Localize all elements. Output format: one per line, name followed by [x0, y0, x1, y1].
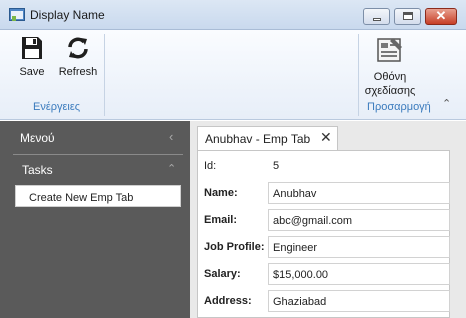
task-create-new-emp-tab[interactable]: Create New Emp Tab [15, 185, 181, 207]
app-window-icon [9, 8, 25, 21]
actions-group-label: Ενέργειες [33, 101, 81, 113]
ribbon: Save Refresh Ενέργειες Οθόνη σχεδίασης Π… [0, 30, 466, 120]
form-row-address: Address: Ghaziabad [198, 289, 451, 313]
navigation-panel: Μενού ‹ Tasks ⌃ Create New Emp Tab [0, 121, 190, 318]
screen-design-button[interactable]: Οθόνη σχεδίασης [362, 36, 418, 98]
employee-form: Id: 5 Name: Anubhav Email: abc@gmail.com… [197, 150, 450, 318]
name-field[interactable]: Anubhav [268, 182, 450, 204]
screen-design-label-line2: σχεδίασης [364, 85, 416, 97]
job-profile-field[interactable]: Engineer [268, 236, 450, 258]
tab-label: Anubhav - Emp Tab [205, 132, 311, 146]
ribbon-separator [104, 34, 105, 116]
chevron-up-icon[interactable]: ⌃ [167, 162, 176, 175]
screen-design-icon [377, 38, 402, 62]
close-tab-icon[interactable]: ✕ [320, 129, 332, 146]
title-bar: Display Name ✕ [0, 0, 466, 30]
floppy-disk-icon [22, 37, 42, 59]
menu-header[interactable]: Μενού ‹ [0, 121, 190, 153]
save-button[interactable]: Save [12, 36, 52, 78]
job-profile-label: Job Profile: [204, 241, 265, 253]
email-field[interactable]: abc@gmail.com [268, 209, 450, 231]
refresh-button[interactable]: Refresh [56, 36, 100, 78]
form-row-name: Name: Anubhav [198, 181, 451, 205]
salary-label: Salary: [204, 268, 241, 280]
form-row-job: Job Profile: Engineer [198, 235, 451, 259]
ribbon-separator [358, 34, 359, 116]
form-row-salary: Salary: $15,000.00 [198, 262, 451, 286]
address-field[interactable]: Ghaziabad [268, 290, 450, 312]
chevron-left-icon[interactable]: ‹ [169, 129, 173, 144]
form-row-id: Id: 5 [198, 154, 451, 178]
maximize-button[interactable] [394, 8, 421, 25]
content-area: Anubhav - Emp Tab ✕ Id: 5 Name: Anubhav … [190, 121, 466, 318]
menu-title: Μενού [20, 131, 55, 145]
salary-field[interactable]: $15,000.00 [268, 263, 450, 285]
screen-design-label-line1: Οθόνη [373, 71, 407, 83]
tasks-group-title[interactable]: Tasks [22, 163, 53, 177]
divider [13, 154, 183, 155]
save-label: Save [19, 66, 45, 78]
close-button[interactable]: ✕ [425, 8, 457, 25]
window-title: Display Name [30, 8, 105, 22]
refresh-label: Refresh [58, 66, 98, 78]
address-label: Address: [204, 295, 252, 307]
name-label: Name: [204, 187, 238, 199]
id-label: Id: [204, 160, 217, 172]
close-icon: ✕ [435, 8, 447, 23]
tab-emp[interactable]: Anubhav - Emp Tab ✕ [197, 126, 338, 150]
form-row-email: Email: abc@gmail.com [198, 208, 451, 232]
email-label: Email: [204, 214, 238, 226]
collapse-ribbon-icon[interactable]: ⌃ [442, 97, 451, 110]
customize-group-label: Προσαρμογή [367, 101, 431, 113]
id-value: 5 [273, 160, 280, 172]
minimize-button[interactable] [363, 8, 390, 25]
refresh-icon [68, 37, 88, 59]
